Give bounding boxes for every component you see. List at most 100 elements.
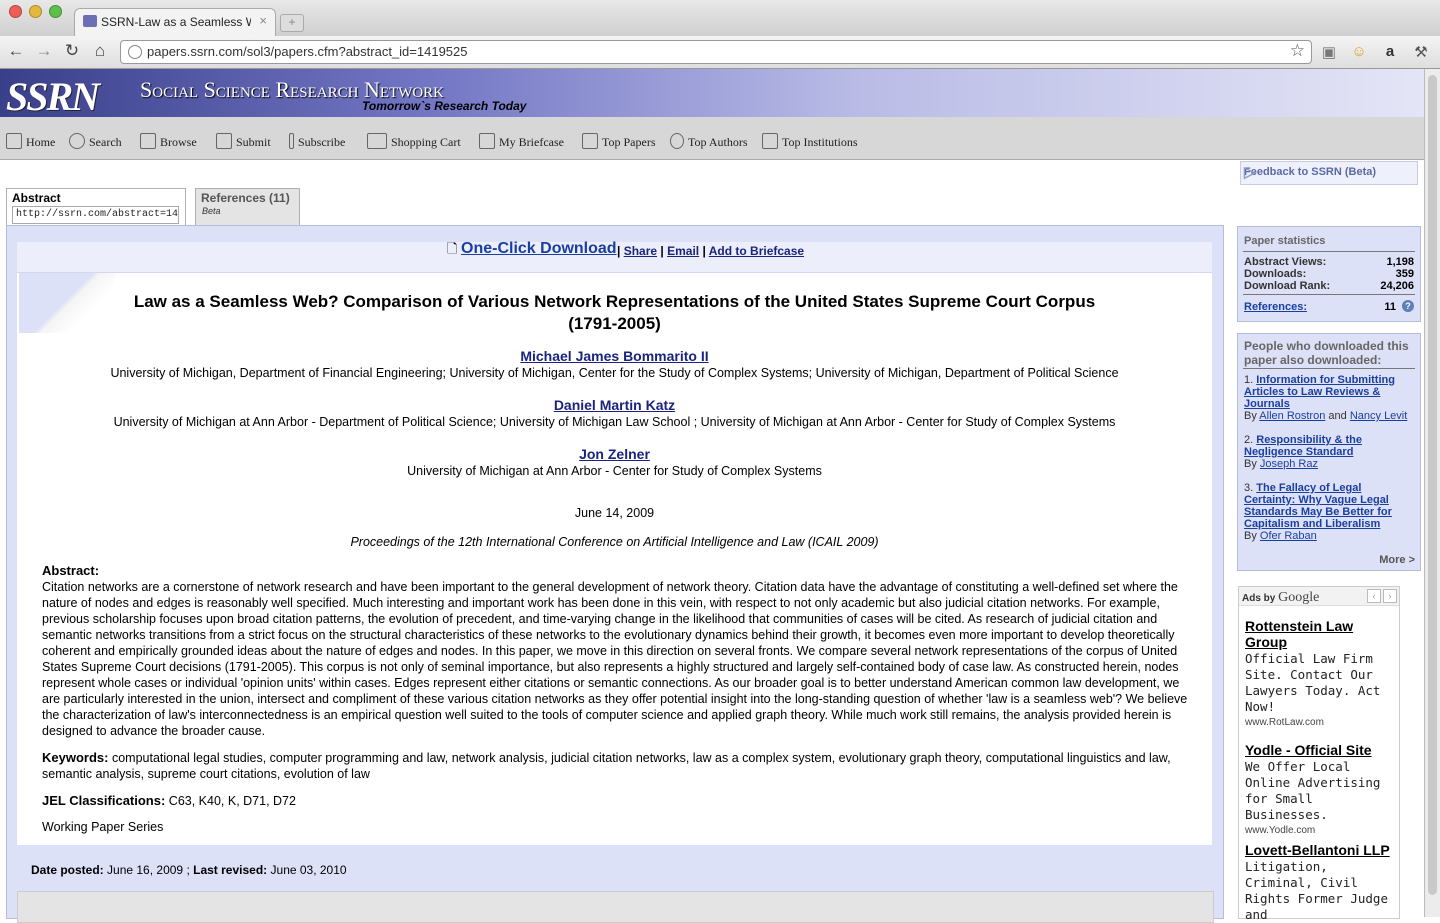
feedback-button[interactable]: Feedback to SSRN (Beta) ▷ (1240, 161, 1418, 185)
browser-titlebar: SSRN-Law as a Seamless Web × + (0, 0, 1440, 37)
ad-title[interactable]: Rottenstein Law Group (1245, 618, 1397, 650)
ad-item[interactable]: Yodle - Official Site We Offer Local Onl… (1245, 742, 1397, 836)
keywords-label: Keywords: (42, 750, 109, 765)
by-label: By (1244, 530, 1257, 542)
more-link[interactable]: More > (1379, 554, 1415, 566)
stat-label: Downloads: (1244, 268, 1307, 280)
ads-box: Ads by Google ‹ › Rottenstein Law Group … (1238, 586, 1400, 922)
item-number: 1. (1244, 374, 1254, 386)
page-scrollbar[interactable] (1424, 69, 1440, 917)
close-tab-icon[interactable]: × (259, 13, 267, 28)
ad-title[interactable]: Yodle - Official Site (1245, 742, 1397, 758)
author-block: Daniel Martin Katz (17, 397, 1212, 413)
posted-date: June 16, 2009 (107, 863, 184, 877)
nav-my-briefcase[interactable]: My Briefcase (479, 133, 564, 150)
stat-value: 359 (1395, 268, 1414, 280)
references-link[interactable]: References: (1244, 301, 1307, 313)
author-link[interactable]: Michael James Bommarito II (520, 348, 708, 364)
browser-toolbar: ← → ↻ ⌂ papers.ssrn.com/sol3/papers.cfm?… (0, 36, 1440, 69)
stat-value: 11 (1384, 301, 1396, 313)
references-row: References: 11 ? (1244, 300, 1414, 313)
nav-shopping-cart[interactable]: Shopping Cart (367, 133, 461, 150)
nav-label: Home (26, 135, 56, 149)
nav-top-authors[interactable]: Top Authors (670, 133, 748, 150)
scrollbar-thumb[interactable] (1428, 75, 1437, 895)
nav-top-institutions[interactable]: Top Institutions (762, 133, 858, 150)
bookmark-star-icon[interactable]: ☆ (1290, 41, 1305, 61)
abstract-url-field[interactable]: http://ssrn.com/abstract=1419525 (12, 206, 179, 224)
posted-label: Date posted: (31, 863, 104, 877)
email-link[interactable]: Email (667, 244, 699, 258)
help-icon[interactable]: ? (1402, 300, 1414, 312)
related-author-link[interactable]: Joseph Raz (1260, 458, 1318, 470)
ad-body: Official Law Firm Site. Contact Our Lawy… (1245, 651, 1381, 714)
author-link[interactable]: Jon Zelner (579, 446, 650, 462)
stat-label: Abstract Views: (1244, 256, 1327, 268)
face-extension-icon[interactable]: ☺ (1350, 43, 1368, 61)
chevron-right-icon[interactable]: › (1383, 589, 1397, 603)
minimize-window-button[interactable] (29, 5, 42, 18)
by-label: By (1244, 410, 1257, 422)
google-logo: Google (1278, 590, 1320, 605)
related-author-link[interactable]: Nancy Levit (1350, 410, 1407, 422)
jel-label: JEL Classifications: (42, 793, 166, 808)
zoom-window-button[interactable] (49, 5, 62, 18)
browser-tab[interactable]: SSRN-Law as a Seamless Web × (74, 8, 276, 37)
back-icon[interactable]: ← (6, 41, 26, 61)
nav-submit[interactable]: Submit (216, 133, 271, 150)
ad-title[interactable]: Lovett-Bellantoni LLP (1245, 842, 1397, 858)
cart-icon (367, 133, 387, 149)
ad-url[interactable]: www.RotLaw.com (1245, 717, 1397, 728)
papers-icon (582, 133, 598, 149)
tab-references-label: References (11) (201, 191, 290, 205)
revised-label: Last revised: (193, 863, 268, 877)
nav-top-papers[interactable]: Top Papers (582, 133, 655, 150)
tab-references[interactable]: References (11) Beta (195, 188, 300, 225)
close-window-button[interactable] (9, 5, 22, 18)
add-to-briefcase-link[interactable]: Add to Briefcase (709, 244, 804, 258)
briefcase-icon (479, 133, 495, 149)
abstract-text: Citation networks are a cornerstone of n… (42, 580, 1188, 738)
ad-item[interactable]: Rottenstein Law Group Official Law Firm … (1245, 618, 1397, 728)
home-icon (6, 133, 22, 149)
nav-home[interactable]: Home (6, 133, 55, 150)
one-click-download-link[interactable]: One-Click Download (461, 240, 617, 258)
related-author-link[interactable]: Ofer Raban (1260, 530, 1317, 542)
forward-icon[interactable]: → (34, 41, 54, 61)
also-downloaded-title: People who downloaded this paper also do… (1244, 339, 1409, 367)
author-link[interactable]: Daniel Martin Katz (554, 397, 675, 413)
paper-statistics-title: Paper statistics (1244, 235, 1326, 247)
tag-extension-icon[interactable]: ▣ (1320, 43, 1338, 61)
nav-label: Browse (160, 135, 197, 149)
nav-browse[interactable]: Browse (140, 133, 197, 150)
ssrn-logo[interactable]: SSRN (6, 73, 100, 120)
related-paper-link[interactable]: Responsibility & the Negligence Standard (1244, 434, 1362, 458)
related-paper-link[interactable]: The Fallacy of Legal Certainty: Why Vagu… (1244, 482, 1392, 530)
amazon-extension-icon[interactable]: a (1381, 43, 1399, 61)
nav-search[interactable]: Search (69, 133, 122, 150)
share-link[interactable]: Share (624, 244, 657, 258)
chevron-left-icon[interactable]: ‹ (1367, 589, 1381, 603)
home-browser-icon[interactable]: ⌂ (90, 41, 110, 61)
wrench-icon[interactable]: ⚒ (1412, 43, 1430, 61)
new-tab-button[interactable]: + (280, 14, 304, 32)
nav-subscribe[interactable]: Subscribe (289, 133, 345, 150)
item-number: 3. (1244, 482, 1254, 494)
search-icon (69, 133, 85, 149)
address-bar[interactable]: papers.ssrn.com/sol3/papers.cfm?abstract… (120, 40, 1312, 64)
ad-item[interactable]: Lovett-Bellantoni LLP Litigation, Crimin… (1245, 842, 1397, 923)
paper-statistics-box: Paper statistics Abstract Views: 1,198 Do… (1237, 226, 1421, 322)
document-icon: 🗋 (447, 241, 458, 256)
also-downloaded-box: People who downloaded this paper also do… (1237, 333, 1421, 571)
paper-title: Law as a Seamless Web? Comparison of Var… (133, 292, 1096, 333)
site-nav: Home Search Browse Submit Subscribe Shop… (0, 117, 1424, 160)
ad-url[interactable]: www.Yodle.com (1245, 825, 1397, 836)
author-block: Jon Zelner (17, 446, 1212, 462)
person-icon (670, 133, 684, 149)
nav-label: Top Papers (602, 135, 656, 149)
ads-header: Ads by Google ‹ › (1239, 587, 1399, 606)
action-bar: 🗋 One-Click Download | Share | Email | A… (17, 240, 1212, 273)
reload-icon[interactable]: ↻ (62, 41, 82, 61)
related-author-link[interactable]: Allen Rostron (1259, 410, 1325, 422)
related-paper-link[interactable]: Information for Submitting Articles to L… (1244, 374, 1395, 410)
